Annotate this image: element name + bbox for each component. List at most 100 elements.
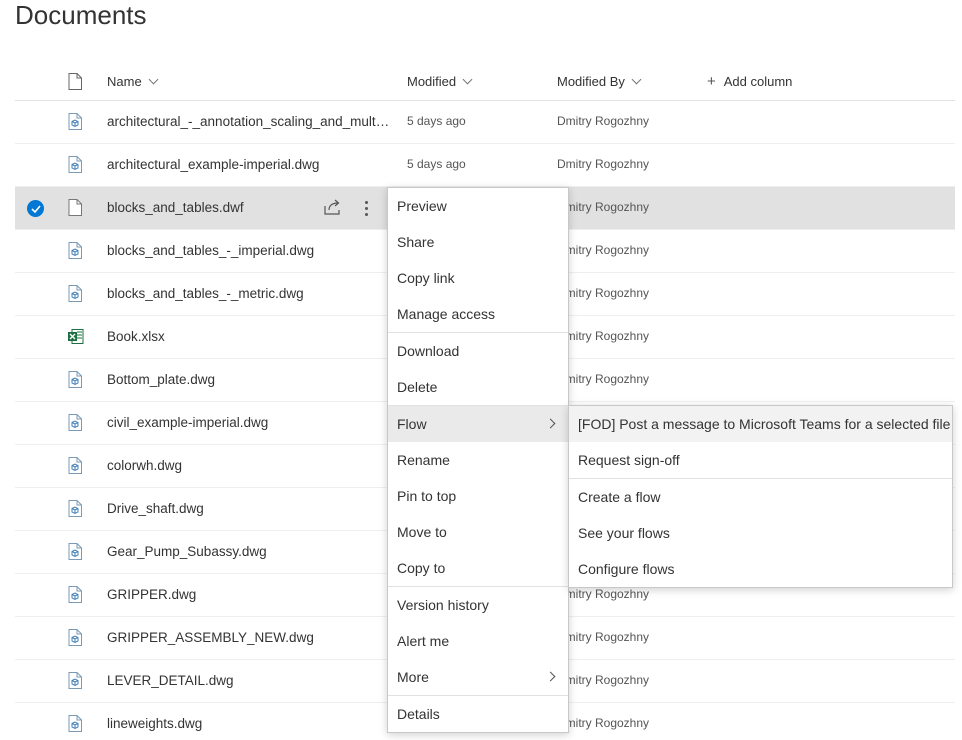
context-menu: Preview Share Copy link Manage access Downlo… [387,187,569,733]
menu-item-more[interactable]: More [388,659,568,695]
table-row[interactable]: architectural_example-imperial.dwg 5 days… [15,144,955,187]
menu-item-label: Move to [397,524,447,540]
modified-by-user[interactable]: Dmitry Rogozhny [557,716,649,730]
flow-menu-item[interactable]: Request sign-off [569,442,952,478]
file-name-link[interactable]: blocks_and_tables_-_imperial.dwg [107,243,392,258]
cad-file-icon [68,629,82,649]
menu-item-label: Copy link [397,270,455,286]
modified-by-user[interactable]: Dmitry Rogozhny [557,587,649,601]
row-checkmark-icon[interactable] [27,200,44,217]
column-header-modified[interactable]: Modified [407,74,473,89]
modified-by-user[interactable]: Dmitry Rogozhny [557,200,649,214]
modified-by-user[interactable]: Dmitry Rogozhny [557,114,649,128]
modified-date: 5 days ago [407,114,466,128]
column-header-name[interactable]: Name [107,74,159,89]
page-title: Documents [15,0,147,30]
menu-item-pin-to-top[interactable]: Pin to top [388,478,568,514]
cad-file-icon [68,242,82,262]
menu-item-version-history[interactable]: Version history [388,587,568,623]
file-name-link[interactable]: GRIPPER.dwg [107,587,392,602]
menu-item-label: Delete [397,379,438,395]
cad-file-icon [68,672,82,692]
flow-menu-item[interactable]: [FOD] Post a message to Microsoft Teams … [569,406,952,442]
menu-item-label: Manage access [397,306,496,322]
modified-by-user[interactable]: Dmitry Rogozhny [557,329,649,343]
list-header: Name Modified Modified By + Add column [15,61,955,101]
menu-item-label: Version history [397,597,489,613]
file-name-link[interactable]: architectural_-_annotation_scaling_and_m… [107,114,392,129]
file-name-link[interactable]: Drive_shaft.dwg [107,501,392,516]
cad-file-icon [68,285,82,305]
cad-file-icon [68,543,82,563]
file-name-link[interactable]: civil_example-imperial.dwg [107,415,392,430]
menu-item-label: Alert me [397,633,450,649]
flow-menu-item[interactable]: See your flows [569,515,952,551]
menu-item-label: Copy to [397,560,446,576]
modified-date: 5 days ago [407,157,466,171]
file-name-link[interactable]: blocks_and_tables.dwf [107,200,307,215]
modified-by-user[interactable]: Dmitry Rogozhny [557,673,649,687]
more-actions-icon[interactable] [359,198,373,218]
menu-item-move-to[interactable]: Move to [388,514,568,550]
menu-item-label: Share [397,234,435,250]
file-name-link[interactable]: Gear_Pump_Subassy.dwg [107,544,392,559]
menu-item-label: More [397,669,429,685]
menu-item-preview[interactable]: Preview [388,188,568,224]
plus-icon: + [707,73,716,90]
menu-item-alert-me[interactable]: Alert me [388,623,568,659]
menu-item-copy-link[interactable]: Copy link [388,260,568,296]
menu-item-delete[interactable]: Delete [388,369,568,405]
cad-file-icon [68,586,82,606]
column-header-modified-by-label: Modified By [557,74,625,89]
chevron-right-icon [545,418,556,429]
menu-item-label: Preview [397,198,447,214]
cad-file-icon [68,414,82,434]
file-name-link[interactable]: LEVER_DETAIL.dwg [107,673,392,688]
chevron-down-icon [631,74,642,85]
file-name-link[interactable]: blocks_and_tables_-_metric.dwg [107,286,392,301]
menu-item-download[interactable]: Download [388,333,568,369]
file-type-header-icon[interactable] [68,73,82,90]
chevron-down-icon [148,74,159,85]
share-icon[interactable] [323,198,343,218]
menu-item-copy-to[interactable]: Copy to [388,550,568,586]
table-row[interactable]: architectural_-_annotation_scaling_and_m… [15,101,955,144]
menu-item-rename[interactable]: Rename [388,442,568,478]
menu-item-label: Download [397,343,460,359]
file-name-link[interactable]: Book.xlsx [107,329,392,344]
modified-by-user[interactable]: Dmitry Rogozhny [557,630,649,644]
menu-item-share[interactable]: Share [388,224,568,260]
excel-file-icon [68,328,84,348]
file-name-link[interactable]: colorwh.dwg [107,458,392,473]
menu-item-label: Flow [397,416,427,432]
chevron-right-icon [545,671,556,682]
column-header-modified-by[interactable]: Modified By [557,74,642,89]
menu-item-label: Pin to top [397,488,457,504]
file-name-link[interactable]: GRIPPER_ASSEMBLY_NEW.dwg [107,630,392,645]
add-column-label: Add column [723,74,793,89]
flow-menu-item[interactable]: Create a flow [569,479,952,515]
column-header-modified-label: Modified [407,74,457,89]
chevron-down-icon [462,74,473,85]
file-name-link[interactable]: lineweights.dwg [107,716,392,731]
menu-item-label: Rename [397,452,450,468]
menu-item-flow[interactable]: Flow [388,406,568,442]
generic-file-icon [68,199,82,219]
menu-item-details[interactable]: Details [388,696,568,732]
cad-file-icon [68,500,82,520]
modified-by-user[interactable]: Dmitry Rogozhny [557,372,649,386]
modified-by-user[interactable]: Dmitry Rogozhny [557,243,649,257]
cad-file-icon [68,715,82,735]
cad-file-icon [68,156,82,176]
menu-item-label: Details [397,706,440,722]
add-column-button[interactable]: + Add column [707,74,792,89]
modified-by-user[interactable]: Dmitry Rogozhny [557,157,649,171]
flow-menu-item[interactable]: Configure flows [569,551,952,587]
menu-item-manage-access[interactable]: Manage access [388,296,568,332]
file-name-link[interactable]: architectural_example-imperial.dwg [107,157,392,172]
cad-file-icon [68,371,82,391]
cad-file-icon [68,457,82,477]
modified-by-user[interactable]: Dmitry Rogozhny [557,286,649,300]
cad-file-icon [68,113,82,133]
file-name-link[interactable]: Bottom_plate.dwg [107,372,392,387]
